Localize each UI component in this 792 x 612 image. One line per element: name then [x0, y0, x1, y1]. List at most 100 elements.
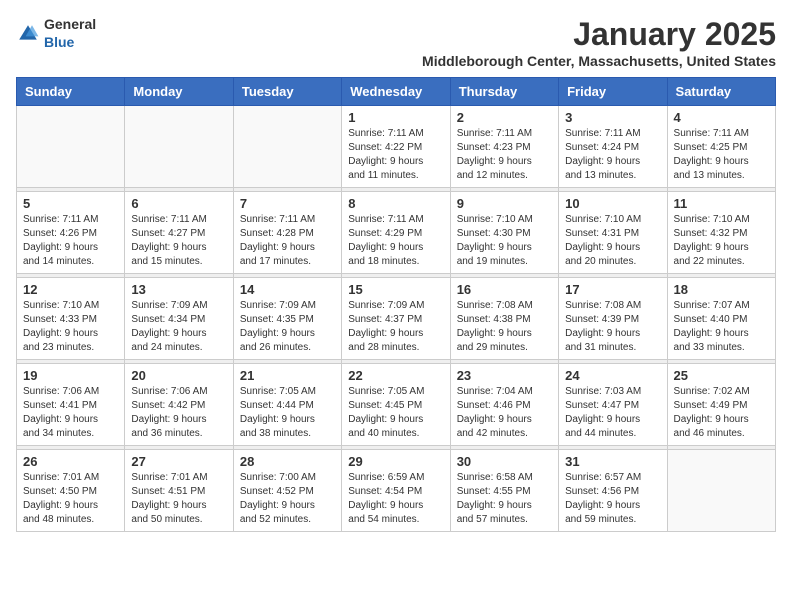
calendar-day-cell: 21 Sunrise: 7:05 AM Sunset: 4:44 PM Dayli… — [233, 364, 341, 446]
calendar-day-cell: 18 Sunrise: 7:07 AM Sunset: 4:40 PM Dayli… — [667, 278, 775, 360]
calendar-day-cell: 26 Sunrise: 7:01 AM Sunset: 4:50 PM Dayli… — [17, 450, 125, 532]
calendar-day-cell — [233, 106, 341, 188]
day-info: Sunrise: 7:10 AM Sunset: 4:32 PM Dayligh… — [674, 213, 769, 269]
logo-icon — [16, 22, 40, 46]
calendar-day-cell: 15 Sunrise: 7:09 AM Sunset: 4:37 PM Dayli… — [342, 278, 450, 360]
day-info: Sunrise: 7:08 AM Sunset: 4:39 PM Dayligh… — [565, 299, 660, 355]
calendar-day-cell: 12Sunrise: 7:10 AM Sunset: 4:33 PM Dayli… — [17, 278, 125, 360]
calendar-day-cell: 6 Sunrise: 7:11 AM Sunset: 4:27 PM Daylig… — [125, 192, 233, 274]
day-info: Sunrise: 7:09 AM Sunset: 4:34 PM Dayligh… — [131, 299, 226, 355]
calendar-day-cell: 20Sunrise: 7:06 AM Sunset: 4:42 PM Dayli… — [125, 364, 233, 446]
header: General Blue January 2025 Middleborough … — [16, 16, 776, 69]
calendar-day-cell: 19Sunrise: 7:06 AM Sunset: 4:41 PM Dayli… — [17, 364, 125, 446]
day-number: 17 — [565, 282, 660, 297]
calendar-day-cell: 11 Sunrise: 7:10 AM Sunset: 4:32 PM Dayli… — [667, 192, 775, 274]
calendar-day-cell: 30 Sunrise: 6:58 AM Sunset: 4:55 PM Dayli… — [450, 450, 558, 532]
calendar-week-row: 5Sunrise: 7:11 AM Sunset: 4:26 PM Daylig… — [17, 192, 776, 274]
calendar-header-row: SundayMondayTuesdayWednesdayThursdayFrid… — [17, 78, 776, 106]
calendar-day-cell: 4 Sunrise: 7:11 AM Sunset: 4:25 PM Daylig… — [667, 106, 775, 188]
day-number: 25 — [674, 368, 769, 383]
day-number: 13 — [131, 282, 226, 297]
day-number: 4 — [674, 110, 769, 125]
day-number: 1 — [348, 110, 443, 125]
day-number: 31 — [565, 454, 660, 469]
day-number: 16 — [457, 282, 552, 297]
day-of-week-header: Saturday — [667, 78, 775, 106]
calendar-day-cell: 29 Sunrise: 6:59 AM Sunset: 4:54 PM Dayli… — [342, 450, 450, 532]
day-info: Sunrise: 7:09 AM Sunset: 4:37 PM Dayligh… — [348, 299, 443, 355]
day-number: 14 — [240, 282, 335, 297]
day-info: Sunrise: 7:11 AM Sunset: 4:24 PM Dayligh… — [565, 127, 660, 183]
day-number: 26 — [23, 454, 118, 469]
location-title: Middleborough Center, Massachusetts, Uni… — [422, 53, 776, 69]
day-info: Sunrise: 7:11 AM Sunset: 4:28 PM Dayligh… — [240, 213, 335, 269]
logo: General Blue — [16, 16, 96, 52]
day-number: 21 — [240, 368, 335, 383]
day-info: Sunrise: 7:05 AM Sunset: 4:45 PM Dayligh… — [348, 385, 443, 441]
calendar-day-cell: 1 Sunrise: 7:11 AM Sunset: 4:22 PM Daylig… — [342, 106, 450, 188]
day-info: Sunrise: 7:01 AM Sunset: 4:51 PM Dayligh… — [131, 471, 226, 527]
day-info: Sunrise: 7:11 AM Sunset: 4:27 PM Dayligh… — [131, 213, 226, 269]
day-number: 3 — [565, 110, 660, 125]
calendar-day-cell: 16 Sunrise: 7:08 AM Sunset: 4:38 PM Dayli… — [450, 278, 558, 360]
calendar-day-cell: 28 Sunrise: 7:00 AM Sunset: 4:52 PM Dayli… — [233, 450, 341, 532]
calendar-day-cell: 14Sunrise: 7:09 AM Sunset: 4:35 PM Dayli… — [233, 278, 341, 360]
day-number: 30 — [457, 454, 552, 469]
day-info: Sunrise: 7:11 AM Sunset: 4:29 PM Dayligh… — [348, 213, 443, 269]
day-number: 19 — [23, 368, 118, 383]
calendar-week-row: 1 Sunrise: 7:11 AM Sunset: 4:22 PM Daylig… — [17, 106, 776, 188]
calendar-day-cell: 5Sunrise: 7:11 AM Sunset: 4:26 PM Daylig… — [17, 192, 125, 274]
calendar-day-cell — [17, 106, 125, 188]
day-info: Sunrise: 7:10 AM Sunset: 4:33 PM Dayligh… — [23, 299, 118, 355]
day-info: Sunrise: 7:11 AM Sunset: 4:22 PM Dayligh… — [348, 127, 443, 183]
day-info: Sunrise: 7:07 AM Sunset: 4:40 PM Dayligh… — [674, 299, 769, 355]
day-number: 15 — [348, 282, 443, 297]
calendar-day-cell: 25 Sunrise: 7:02 AM Sunset: 4:49 PM Dayli… — [667, 364, 775, 446]
day-number: 10 — [565, 196, 660, 211]
day-info: Sunrise: 7:11 AM Sunset: 4:23 PM Dayligh… — [457, 127, 552, 183]
calendar: SundayMondayTuesdayWednesdayThursdayFrid… — [16, 77, 776, 532]
day-of-week-header: Wednesday — [342, 78, 450, 106]
calendar-day-cell: 2 Sunrise: 7:11 AM Sunset: 4:23 PM Daylig… — [450, 106, 558, 188]
calendar-day-cell: 7 Sunrise: 7:11 AM Sunset: 4:28 PM Daylig… — [233, 192, 341, 274]
calendar-day-cell: 23Sunrise: 7:04 AM Sunset: 4:46 PM Dayli… — [450, 364, 558, 446]
day-info: Sunrise: 7:08 AM Sunset: 4:38 PM Dayligh… — [457, 299, 552, 355]
day-info: Sunrise: 7:10 AM Sunset: 4:31 PM Dayligh… — [565, 213, 660, 269]
day-info: Sunrise: 7:01 AM Sunset: 4:50 PM Dayligh… — [23, 471, 118, 527]
day-number: 20 — [131, 368, 226, 383]
day-number: 28 — [240, 454, 335, 469]
day-info: Sunrise: 7:02 AM Sunset: 4:49 PM Dayligh… — [674, 385, 769, 441]
day-number: 24 — [565, 368, 660, 383]
day-number: 2 — [457, 110, 552, 125]
calendar-day-cell: 13 Sunrise: 7:09 AM Sunset: 4:34 PM Dayli… — [125, 278, 233, 360]
calendar-day-cell: 27Sunrise: 7:01 AM Sunset: 4:51 PM Dayli… — [125, 450, 233, 532]
day-number: 23 — [457, 368, 552, 383]
calendar-day-cell: 10 Sunrise: 7:10 AM Sunset: 4:31 PM Dayli… — [559, 192, 667, 274]
day-number: 22 — [348, 368, 443, 383]
calendar-day-cell: 9Sunrise: 7:10 AM Sunset: 4:30 PM Daylig… — [450, 192, 558, 274]
day-number: 8 — [348, 196, 443, 211]
calendar-day-cell — [125, 106, 233, 188]
calendar-day-cell: 8 Sunrise: 7:11 AM Sunset: 4:29 PM Daylig… — [342, 192, 450, 274]
day-info: Sunrise: 6:59 AM Sunset: 4:54 PM Dayligh… — [348, 471, 443, 527]
day-number: 7 — [240, 196, 335, 211]
calendar-week-row: 12Sunrise: 7:10 AM Sunset: 4:33 PM Dayli… — [17, 278, 776, 360]
calendar-day-cell — [667, 450, 775, 532]
day-info: Sunrise: 7:00 AM Sunset: 4:52 PM Dayligh… — [240, 471, 335, 527]
day-number: 11 — [674, 196, 769, 211]
day-of-week-header: Friday — [559, 78, 667, 106]
month-title: January 2025 — [422, 16, 776, 53]
day-number: 5 — [23, 196, 118, 211]
logo-general: General — [44, 16, 96, 32]
day-info: Sunrise: 7:05 AM Sunset: 4:44 PM Dayligh… — [240, 385, 335, 441]
day-info: Sunrise: 6:57 AM Sunset: 4:56 PM Dayligh… — [565, 471, 660, 527]
day-of-week-header: Monday — [125, 78, 233, 106]
title-section: January 2025 Middleborough Center, Massa… — [422, 16, 776, 69]
day-number: 9 — [457, 196, 552, 211]
calendar-day-cell: 17 Sunrise: 7:08 AM Sunset: 4:39 PM Dayli… — [559, 278, 667, 360]
day-info: Sunrise: 7:11 AM Sunset: 4:25 PM Dayligh… — [674, 127, 769, 183]
day-info: Sunrise: 6:58 AM Sunset: 4:55 PM Dayligh… — [457, 471, 552, 527]
day-number: 6 — [131, 196, 226, 211]
day-number: 18 — [674, 282, 769, 297]
day-number: 29 — [348, 454, 443, 469]
